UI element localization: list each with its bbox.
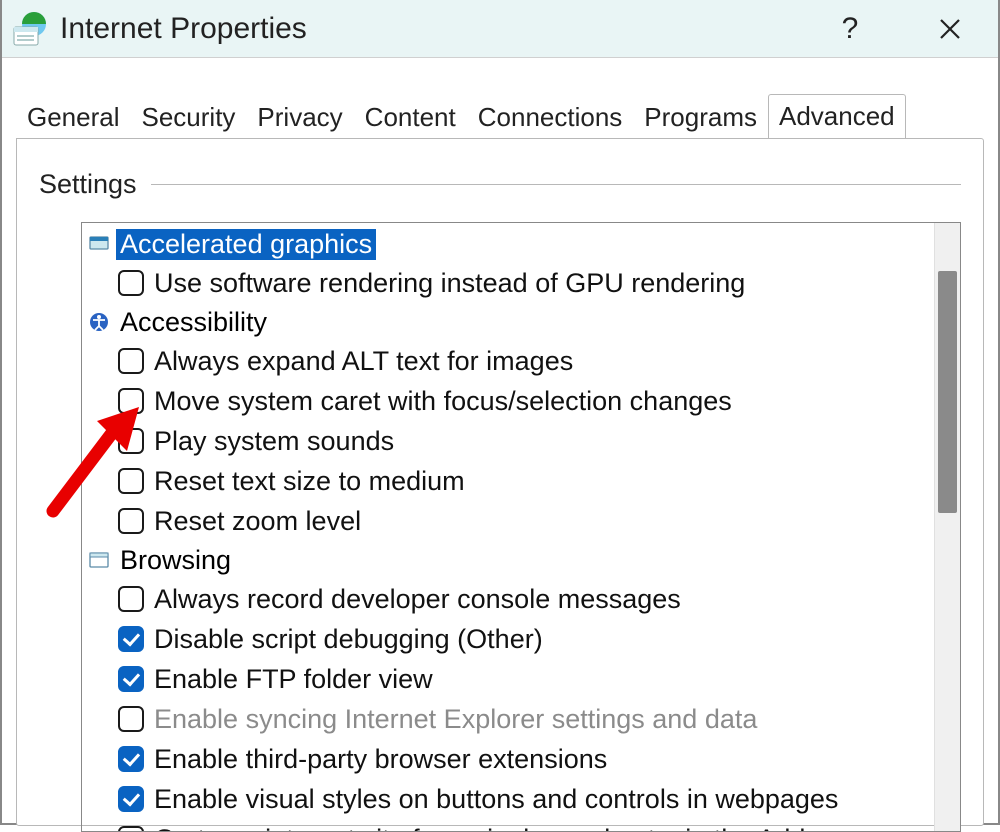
option-label: Enable FTP folder view [154, 664, 433, 695]
tab-advanced[interactable]: Advanced [768, 94, 906, 139]
settings-tree[interactable]: Accelerated graphics Use software renderi… [82, 223, 934, 831]
internet-options-icon [12, 11, 48, 47]
option-checkbox[interactable] [118, 786, 144, 812]
option-checkbox[interactable] [118, 468, 144, 494]
tab-strip: GeneralSecurityPrivacyContentConnections… [16, 94, 998, 138]
tab-connections[interactable]: Connections [467, 95, 634, 139]
category-accelerated-graphics[interactable]: Accelerated graphics [88, 225, 934, 263]
category-accessibility[interactable]: Accessibility [88, 303, 934, 341]
category-label: Accelerated graphics [116, 229, 376, 260]
option-row[interactable]: Always record developer console messages [88, 579, 934, 619]
option-checkbox[interactable] [118, 746, 144, 772]
option-label: Disable script debugging (Other) [154, 624, 543, 655]
titlebar: Internet Properties ? [2, 0, 998, 58]
option-checkbox[interactable] [118, 348, 144, 374]
option-label: Always expand ALT text for images [154, 346, 573, 377]
window-icon [88, 551, 110, 569]
option-checkbox[interactable] [118, 586, 144, 612]
option-label: Always record developer console messages [154, 584, 681, 615]
scroll-thumb[interactable] [938, 271, 957, 513]
option-row[interactable]: Enable visual styles on buttons and cont… [88, 779, 934, 819]
settings-group-label: Settings [39, 169, 137, 200]
monitor-icon [88, 235, 110, 253]
category-label: Accessibility [116, 307, 271, 338]
option-label: Enable visual styles on buttons and cont… [154, 784, 838, 815]
settings-group-header: Settings [39, 169, 961, 200]
option-checkbox[interactable] [118, 428, 144, 454]
option-label: Use software rendering instead of GPU re… [154, 268, 745, 299]
vertical-scrollbar[interactable] [934, 223, 960, 831]
option-row[interactable]: Go to an intranet site for a single word… [88, 819, 934, 831]
close-icon [939, 18, 961, 40]
help-button[interactable]: ? [820, 9, 880, 49]
category-browsing[interactable]: Browsing [88, 541, 934, 579]
option-label: Reset text size to medium [154, 466, 465, 497]
option-label: Enable syncing Internet Explorer setting… [154, 704, 757, 735]
option-checkbox[interactable] [118, 270, 144, 296]
option-row[interactable]: Reset zoom level [88, 501, 934, 541]
advanced-tab-panel: Settings Accelerated graphics Use softwar… [16, 138, 984, 826]
group-divider [151, 184, 961, 185]
option-checkbox[interactable] [118, 666, 144, 692]
option-label: Enable third-party browser extensions [154, 744, 607, 775]
close-button[interactable] [920, 9, 980, 49]
option-checkbox[interactable] [118, 826, 144, 831]
option-row[interactable]: Move system caret with focus/selection c… [88, 381, 934, 421]
option-row[interactable]: Disable script debugging (Other) [88, 619, 934, 659]
option-label: Move system caret with focus/selection c… [154, 386, 732, 417]
option-row[interactable]: Always expand ALT text for images [88, 341, 934, 381]
tab-programs[interactable]: Programs [633, 95, 768, 139]
settings-listbox[interactable]: Accelerated graphics Use software renderi… [81, 222, 961, 832]
option-checkbox[interactable] [118, 388, 144, 414]
option-label: Reset zoom level [154, 506, 361, 537]
option-label: Play system sounds [154, 426, 394, 457]
window-title: Internet Properties [60, 12, 820, 46]
tab-privacy[interactable]: Privacy [246, 95, 353, 139]
option-checkbox[interactable] [118, 626, 144, 652]
category-label: Browsing [116, 545, 235, 576]
option-row[interactable]: Enable syncing Internet Explorer setting… [88, 699, 934, 739]
option-checkbox[interactable] [118, 706, 144, 732]
tab-security[interactable]: Security [131, 95, 247, 139]
accessibility-icon [88, 313, 110, 331]
option-row[interactable]: Enable third-party browser extensions [88, 739, 934, 779]
option-row[interactable]: Use software rendering instead of GPU re… [88, 263, 934, 303]
option-row[interactable]: Play system sounds [88, 421, 934, 461]
option-row[interactable]: Enable FTP folder view [88, 659, 934, 699]
option-checkbox[interactable] [118, 508, 144, 534]
option-row[interactable]: Reset text size to medium [88, 461, 934, 501]
tab-content[interactable]: Content [354, 95, 467, 139]
tab-general[interactable]: General [16, 95, 131, 139]
